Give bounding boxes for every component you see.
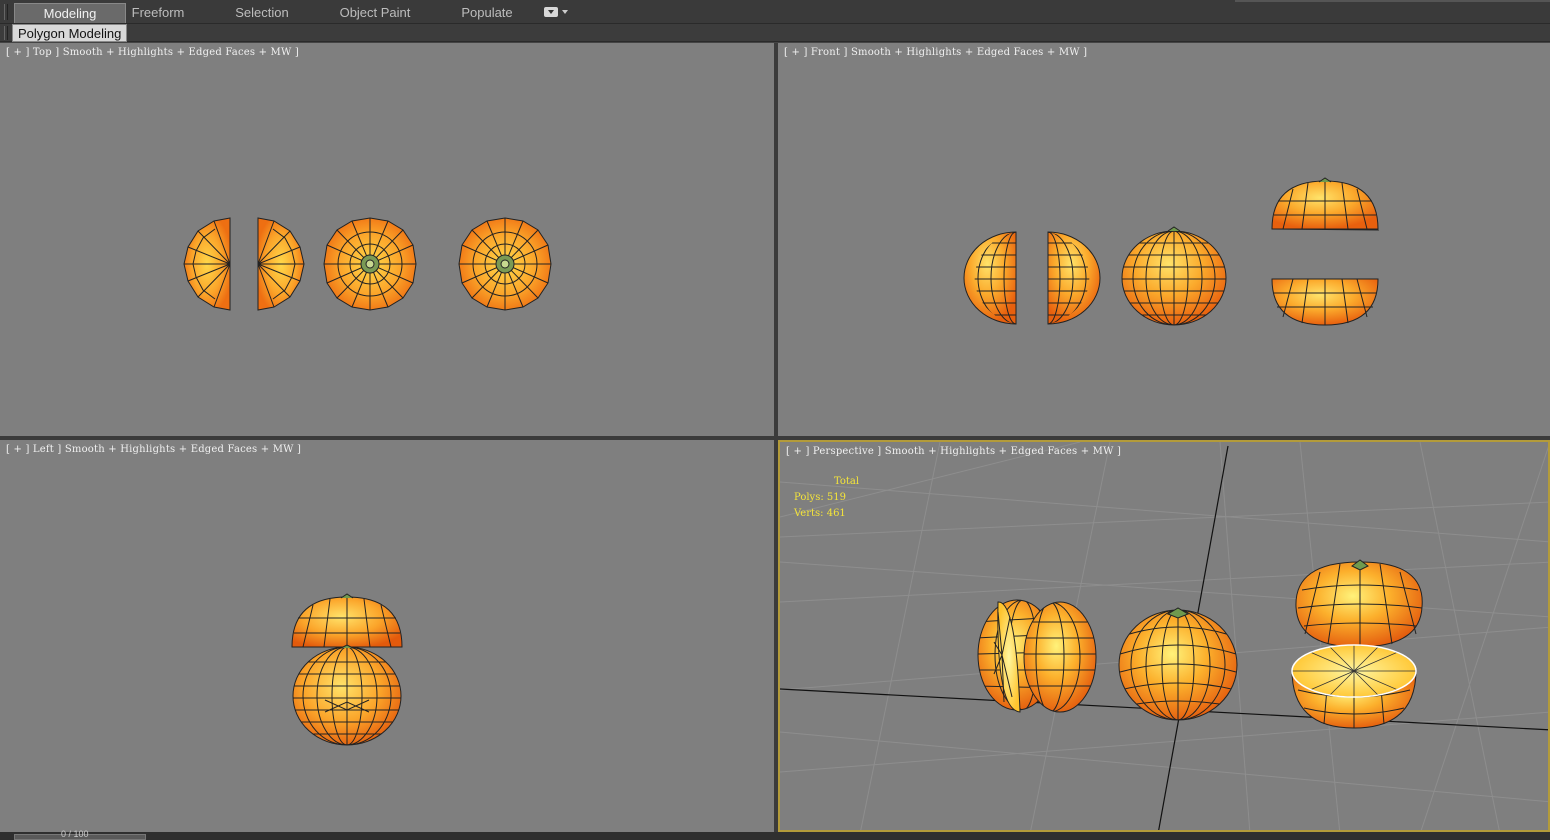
orange-bottom-front — [1271, 278, 1379, 326]
ribbon-minimize-icon — [544, 7, 558, 17]
stats-verts: Verts: 461 — [794, 508, 846, 519]
orange-half-left-front — [963, 231, 1017, 325]
orange-whole-top-2 — [458, 217, 552, 311]
viewport-perspective-label[interactable]: [ + ] Perspective ] Smooth + Highlights … — [786, 446, 1121, 457]
stats-polys: Polys: 519 — [794, 492, 846, 503]
ribbon-divider — [1235, 0, 1550, 2]
orange-whole-front — [1121, 226, 1227, 326]
time-slider[interactable]: 0 / 100 — [14, 829, 146, 840]
viewport-front[interactable]: [ + ] Front ] Smooth + Highlights + Edge… — [778, 43, 1550, 436]
chevron-down-icon — [562, 10, 568, 14]
viewport-perspective[interactable]: [ + ] Perspective ] Smooth + Highlights … — [778, 440, 1550, 832]
orange-cap-front — [1271, 177, 1380, 231]
orange-cap-left — [291, 593, 403, 648]
viewport-perspective-scene — [780, 442, 1548, 830]
ribbon-grip[interactable] — [4, 4, 8, 20]
orange-cap-persp — [1295, 559, 1423, 648]
orange-bottom-persp — [1291, 644, 1417, 729]
viewport-top-scene — [183, 217, 552, 311]
viewport-left[interactable]: [ + ] Left ] Smooth + Highlights + Edged… — [0, 440, 774, 832]
ribbon-options-dropdown[interactable] — [544, 6, 570, 18]
tab-selection[interactable]: Selection — [222, 3, 302, 23]
ribbon-panel-bar: Polygon Modeling — [0, 24, 1550, 42]
status-bar: 0 / 100 — [0, 829, 1550, 840]
time-slider-label: 0 / 100 — [61, 829, 89, 839]
tab-populate[interactable]: Populate — [450, 3, 524, 23]
tab-object-paint[interactable]: Object Paint — [330, 3, 420, 23]
orange-whole-persp — [1118, 607, 1238, 721]
orange-whole-top-1 — [323, 217, 417, 311]
stats-title: Total — [834, 476, 860, 487]
viewport-horizontal-splitter[interactable] — [0, 436, 1550, 440]
viewport-left-scene — [291, 593, 403, 746]
panel-grip[interactable] — [4, 26, 8, 40]
orange-whole-left — [292, 644, 402, 746]
polygon-modeling-panel-button[interactable]: Polygon Modeling — [12, 24, 128, 42]
orange-half-right-top — [257, 217, 305, 311]
viewport-top[interactable]: [ + ] Top ] Smooth + Highlights + Edged … — [0, 43, 774, 436]
orange-half-right-front — [1047, 231, 1101, 325]
orange-half-left-top — [183, 217, 231, 311]
tab-freeform[interactable]: Freeform — [120, 3, 196, 23]
ribbon-tab-bar: Modeling Freeform Selection Object Paint… — [0, 0, 1550, 24]
tab-modeling[interactable]: Modeling — [14, 3, 126, 23]
viewport-front-scene — [963, 177, 1380, 326]
